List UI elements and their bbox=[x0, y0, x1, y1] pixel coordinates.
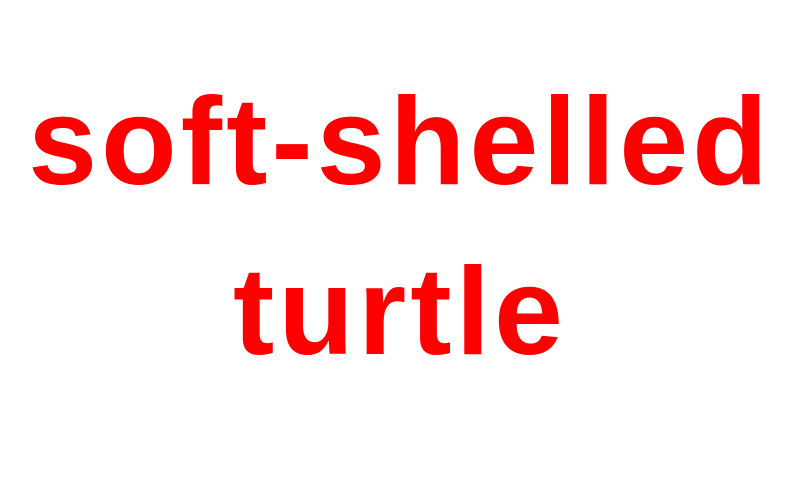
label-canvas: soft-shelled turtle bbox=[0, 0, 800, 480]
label-line-2: turtle bbox=[233, 243, 567, 381]
label-line-1: soft-shelled bbox=[28, 73, 772, 211]
